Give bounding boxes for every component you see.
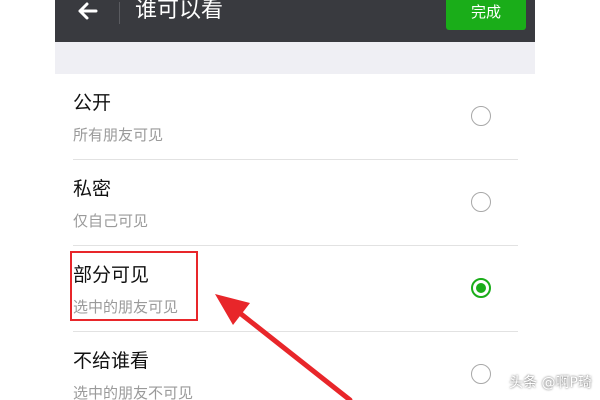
done-button[interactable]: 完成 xyxy=(446,0,526,30)
option-description: 选中的朋友可见 xyxy=(73,298,179,316)
option-description: 所有朋友可见 xyxy=(73,126,164,144)
option-hide-from[interactable]: 不给谁看 选中的朋友不可见 xyxy=(55,332,535,400)
option-public[interactable]: 公开 所有朋友可见 xyxy=(55,74,535,160)
option-label: 公开 xyxy=(73,92,112,114)
title-bar: 谁可以看 完成 xyxy=(55,0,535,42)
option-label: 部分可见 xyxy=(73,264,150,286)
option-description: 仅自己可见 xyxy=(73,212,149,230)
phone-screen: 谁可以看 完成 公开 所有朋友可见 私密 仅自己可见 部分可见 选中的朋友可见 … xyxy=(55,0,535,400)
title-divider xyxy=(119,2,120,24)
option-private[interactable]: 私密 仅自己可见 xyxy=(55,160,535,246)
page-title: 谁可以看 xyxy=(135,0,224,23)
watermark: 头条 @啊P琦 xyxy=(509,375,592,391)
section-gap xyxy=(55,42,535,74)
radio-icon[interactable] xyxy=(471,192,491,212)
option-label: 不给谁看 xyxy=(73,350,150,372)
radio-icon[interactable] xyxy=(471,106,491,126)
radio-icon[interactable] xyxy=(471,364,491,384)
back-arrow-icon xyxy=(78,2,98,20)
back-button[interactable] xyxy=(69,0,105,30)
option-partial-visible[interactable]: 部分可见 选中的朋友可见 xyxy=(55,246,535,332)
option-label: 私密 xyxy=(73,178,112,200)
radio-selected-icon[interactable] xyxy=(471,278,491,298)
option-description: 选中的朋友不可见 xyxy=(73,384,194,400)
